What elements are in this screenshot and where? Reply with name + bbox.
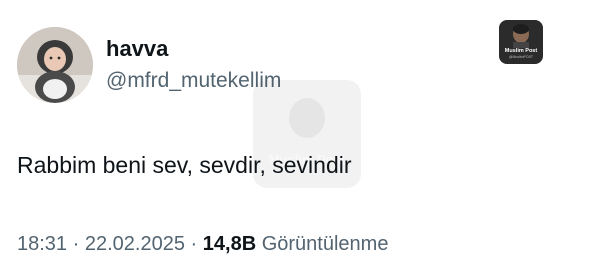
watermark-face-icon [513,24,529,48]
views-label: Görüntülenme [261,233,389,255]
watermark-title: Muslim Post [504,48,538,54]
meta-separator: · [190,233,198,255]
watermark-subtitle: @MuslimPOST [508,55,534,59]
tweet-text: Rabbim beni sev, sevdir, sevindir [17,152,352,178]
watermark-overlay-face-icon [289,98,325,138]
avatar-image [17,27,93,103]
tweet-metadata: 18:31 · 22.02.2025 · 14,8B Görüntülenme [17,231,388,257]
watermark-logo-icon: Muslim Post @MuslimPOST [499,20,543,64]
meta-separator: · [72,233,80,255]
view-count[interactable]: 14,8B [203,233,256,255]
tweet-date[interactable]: 22.02.2025 [85,233,185,255]
tweet-card: havva @mfrd_mutekellim Muslim Post @Musl… [0,0,612,273]
display-name[interactable]: havva [106,36,168,62]
tweet-time[interactable]: 18:31 [17,233,67,255]
avatar[interactable] [17,27,93,103]
